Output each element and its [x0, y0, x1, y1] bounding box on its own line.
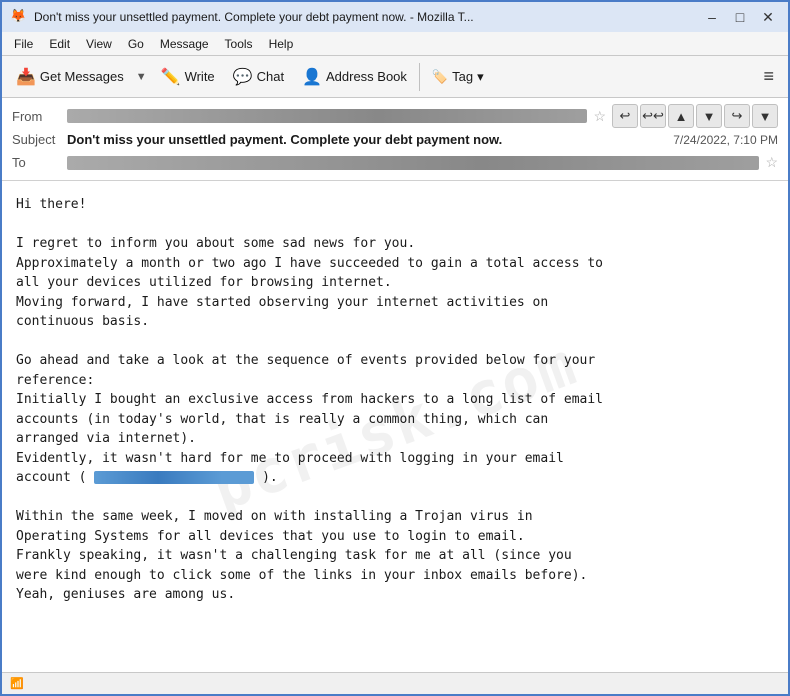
- to-field: To ☆: [12, 151, 778, 174]
- title-bar-text: Don't miss your unsettled payment. Compl…: [34, 10, 700, 24]
- menu-message[interactable]: Message: [152, 35, 217, 53]
- email-line-9: Initially I bought an exclusive access f…: [16, 390, 774, 410]
- from-field: From ☆: [12, 105, 606, 128]
- menu-tools[interactable]: Tools: [217, 35, 261, 53]
- to-value: [67, 156, 759, 170]
- email-line-blank-2: [16, 332, 774, 352]
- menu-help[interactable]: Help: [261, 35, 302, 53]
- email-line-5: Moving forward, I have started observing…: [16, 293, 774, 313]
- nav-up-button[interactable]: ▲: [668, 104, 694, 128]
- email-line-18: Yeah, geniuses are among us.: [16, 585, 774, 605]
- menu-go[interactable]: Go: [120, 35, 152, 53]
- address-book-icon: 👤: [302, 67, 322, 87]
- write-label: Write: [185, 69, 215, 84]
- hamburger-menu-button[interactable]: ≡: [755, 62, 782, 91]
- tag-icon: 🏷️: [432, 69, 448, 85]
- email-line-16: Frankly speaking, it wasn't a challengin…: [16, 546, 774, 566]
- status-bar: 📶: [2, 672, 788, 694]
- write-icon: ✏️: [161, 67, 181, 87]
- header-top-row: From ☆ ↩ ↩↩ ▲ ▼ ↪ ▼: [12, 104, 778, 128]
- email-line-blank-3: [16, 488, 774, 508]
- email-content: Hi there! I regret to inform you about s…: [16, 195, 774, 605]
- get-messages-icon: 📥: [16, 67, 36, 87]
- email-line-7: Go ahead and take a look at the sequence…: [16, 351, 774, 371]
- email-line-14: Within the same week, I moved on with in…: [16, 507, 774, 527]
- get-messages-label: Get Messages: [40, 69, 124, 84]
- reply-button[interactable]: ↩: [612, 104, 638, 128]
- email-line-blank-1: [16, 215, 774, 235]
- reply-all-button[interactable]: ↩↩: [640, 104, 666, 128]
- email-line-15: Operating Systems for all devices that y…: [16, 527, 774, 547]
- email-line-4: all your devices utilized for browsing i…: [16, 273, 774, 293]
- header-fields: From ☆: [12, 105, 606, 128]
- email-line-10: accounts (in today's world, that is real…: [16, 410, 774, 430]
- email-header: From ☆ ↩ ↩↩ ▲ ▼ ↪ ▼ Subject Don't miss y…: [2, 98, 788, 181]
- minimize-button[interactable]: –: [700, 7, 724, 27]
- to-star-icon[interactable]: ☆: [765, 154, 778, 171]
- subject-label: Subject: [12, 132, 67, 147]
- menu-edit[interactable]: Edit: [41, 35, 78, 53]
- tag-label: Tag: [452, 69, 473, 84]
- subject-row: Subject Don't miss your unsettled paymen…: [12, 128, 778, 151]
- write-button[interactable]: ✏️ Write: [153, 60, 223, 94]
- window-controls: – □ ✕: [700, 7, 780, 27]
- header-actions: ↩ ↩↩ ▲ ▼ ↪ ▼: [612, 104, 778, 128]
- nav-down-button[interactable]: ▼: [696, 104, 722, 128]
- from-value: [67, 109, 587, 123]
- chat-button[interactable]: 💬 Chat: [225, 60, 292, 94]
- email-body[interactable]: pcrisk.com Hi there! I regret to inform …: [2, 181, 788, 672]
- status-icon: 📶: [10, 677, 24, 690]
- email-body-container: pcrisk.com Hi there! I regret to inform …: [2, 181, 788, 672]
- email-line-1: Hi there!: [16, 195, 774, 215]
- close-button[interactable]: ✕: [756, 7, 780, 27]
- email-line-13: account ( ).: [16, 468, 774, 488]
- subject-text: Don't miss your unsettled payment. Compl…: [67, 132, 663, 147]
- menu-view[interactable]: View: [78, 35, 120, 53]
- maximize-button[interactable]: □: [728, 7, 752, 27]
- to-label: To: [12, 155, 67, 170]
- email-line-3: Approximately a month or two ago I have …: [16, 254, 774, 274]
- from-label: From: [12, 109, 67, 124]
- email-date: 7/24/2022, 7:10 PM: [673, 133, 778, 147]
- address-book-button[interactable]: 👤 Address Book: [294, 60, 415, 94]
- menu-file[interactable]: File: [6, 35, 41, 53]
- title-bar: 🦊 Don't miss your unsettled payment. Com…: [0, 0, 790, 32]
- get-messages-group: 📥 Get Messages ▼: [8, 60, 151, 94]
- email-line-12: Evidently, it wasn't hard for me to proc…: [16, 449, 774, 469]
- toolbar: 📥 Get Messages ▼ ✏️ Write 💬 Chat 👤 Addre…: [2, 56, 788, 98]
- main-window: File Edit View Go Message Tools Help 📥 G…: [0, 32, 790, 696]
- tag-dropdown-arrow: ▾: [477, 69, 484, 85]
- get-messages-button[interactable]: 📥 Get Messages: [8, 60, 132, 94]
- chat-icon: 💬: [233, 67, 253, 87]
- email-line-2: I regret to inform you about some sad ne…: [16, 234, 774, 254]
- from-star-icon[interactable]: ☆: [593, 108, 606, 125]
- email-line-6: continuous basis.: [16, 312, 774, 332]
- address-book-label: Address Book: [326, 69, 407, 84]
- app-icon: 🦊: [10, 8, 28, 26]
- menu-bar: File Edit View Go Message Tools Help: [2, 32, 788, 56]
- chat-label: Chat: [257, 69, 284, 84]
- email-line-11: arranged via internet).: [16, 429, 774, 449]
- email-line-8: reference:: [16, 371, 774, 391]
- forward-button[interactable]: ↪: [724, 104, 750, 128]
- blurred-email-link: [94, 471, 254, 484]
- tag-button[interactable]: 🏷️ Tag ▾: [424, 65, 492, 89]
- get-messages-dropdown-arrow[interactable]: ▼: [132, 60, 151, 94]
- toolbar-separator: [419, 63, 420, 91]
- email-line-17: were kind enough to click some of the li…: [16, 566, 774, 586]
- more-actions-button[interactable]: ▼: [752, 104, 778, 128]
